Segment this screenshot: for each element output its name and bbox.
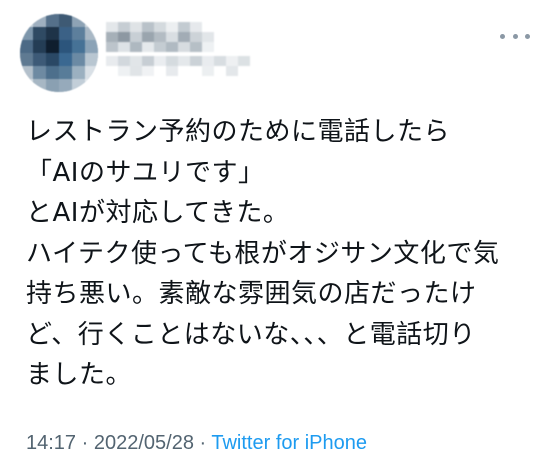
- tweet-source-link[interactable]: Twitter for iPhone: [211, 432, 367, 454]
- meta-separator: ·: [193, 432, 212, 454]
- more-horizontal-icon: [500, 33, 505, 39]
- tweet-text-line: 持ち悪い。素敵な雰囲気の店だったけ: [26, 279, 477, 309]
- tweet-text-line: レストラン予約のために電話したら: [26, 117, 451, 147]
- more-horizontal-icon-dot-3: [525, 33, 530, 39]
- pixelated-name-icon: [106, 22, 250, 76]
- tweet-date[interactable]: 2022/05/28: [94, 432, 194, 454]
- more-horizontal-icon-dot-2: [512, 33, 518, 39]
- tweet-text-line: ハイテク使っても根がオジサン文化で気: [26, 238, 500, 269]
- more-options-button[interactable]: [500, 26, 530, 46]
- tweet-text: レストラン予約のために電話したら 「AIのサユリです」 とAIが対応してきた。 …: [26, 112, 536, 396]
- tweet-text-line: 「AIのサユリです」: [26, 157, 265, 188]
- author-name-obscured[interactable]: [106, 22, 276, 80]
- tweet-text-line: とAIが対応してきた。: [26, 198, 290, 228]
- pixelated-avatar-icon: [20, 14, 98, 92]
- tweet-meta: 14:17 · 2022/05/28 · Twitter for iPhone: [26, 432, 367, 455]
- tweet-card: レストラン予約のために電話したら 「AIのサユリです」 とAIが対応してきた。 …: [0, 0, 550, 466]
- tweet-text-line: ど、行くことはないな、、、と電話切り: [26, 319, 476, 350]
- author-avatar[interactable]: [20, 14, 98, 92]
- tweet-text-line: ました。: [26, 360, 133, 390]
- tweet-time[interactable]: 14:17: [26, 432, 76, 454]
- meta-separator: ·: [76, 432, 94, 454]
